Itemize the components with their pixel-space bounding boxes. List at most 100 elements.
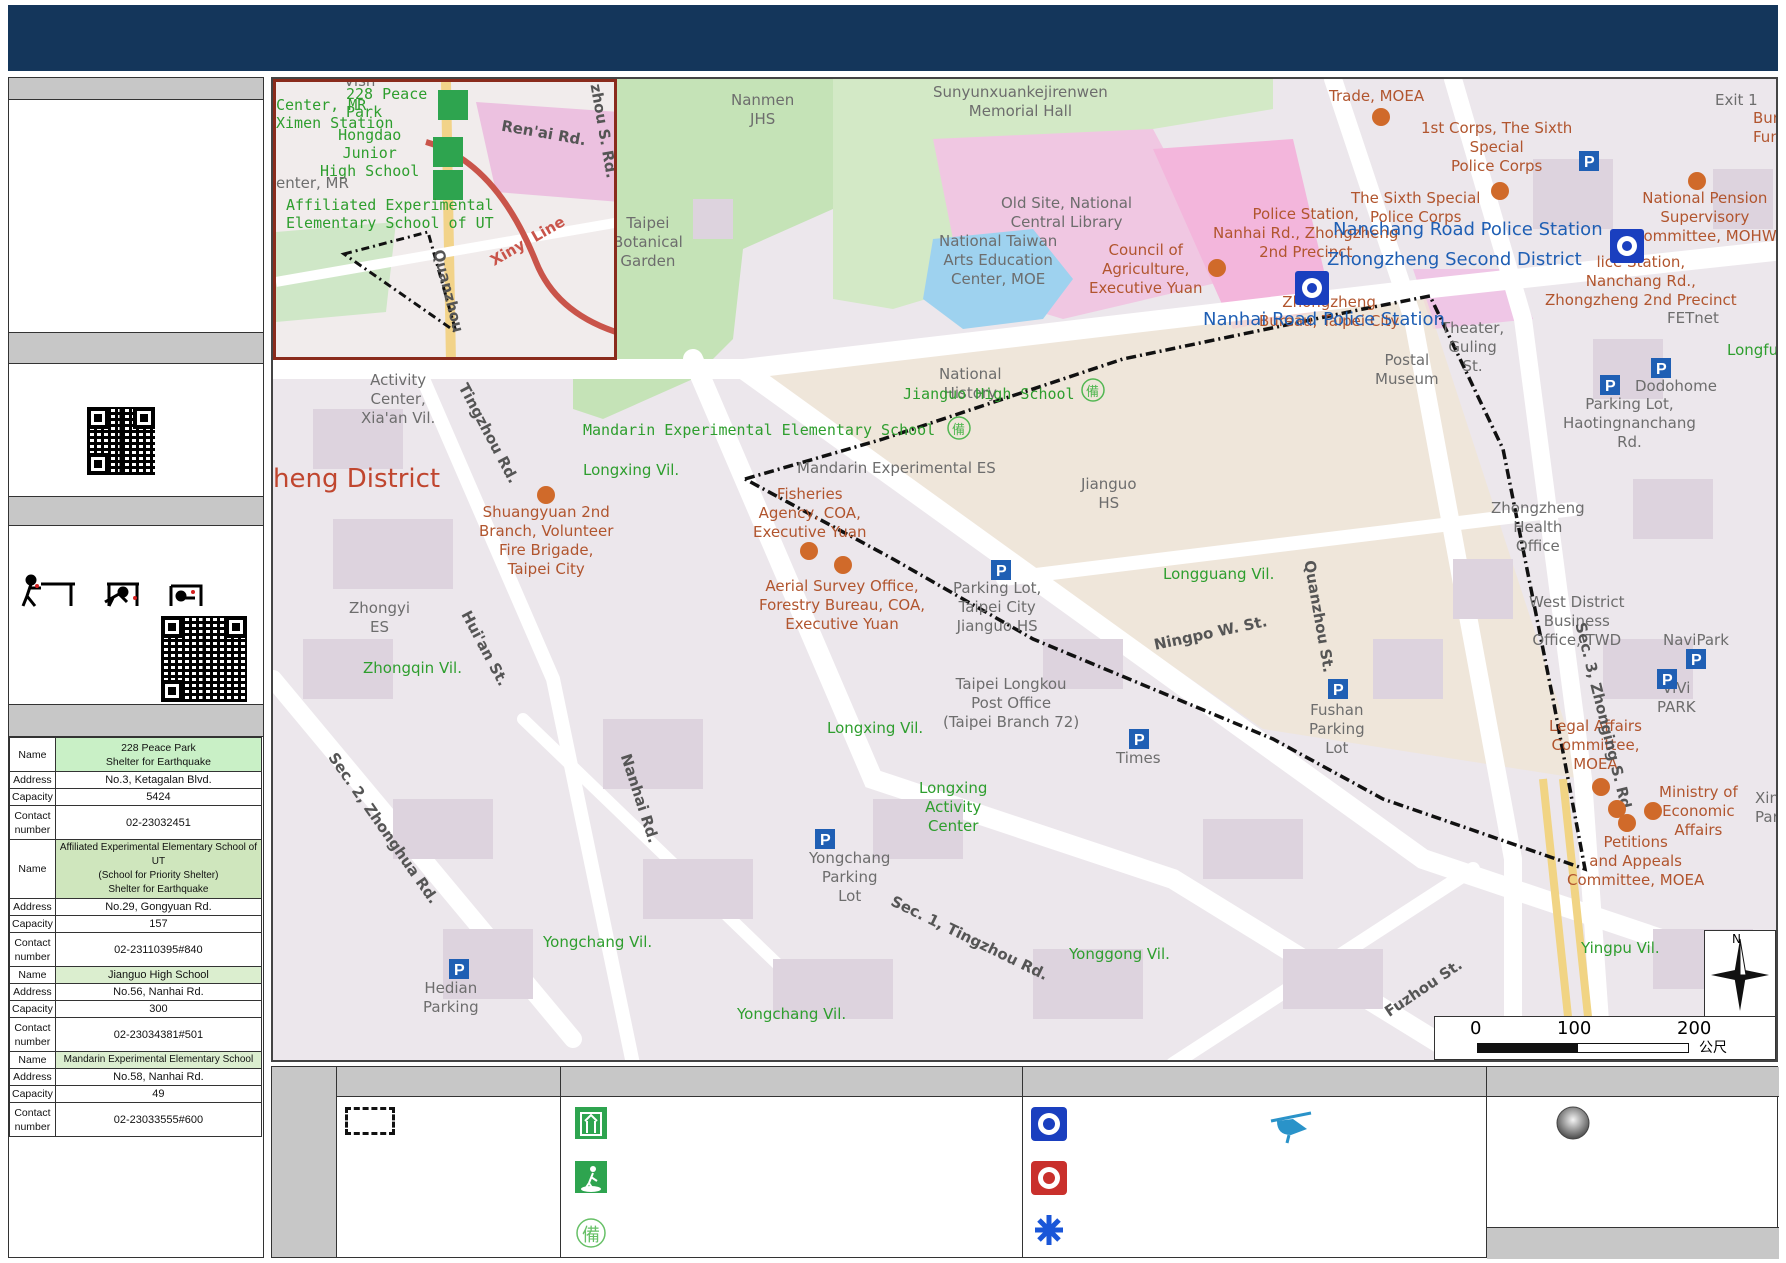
poi-label: Taipei Longkou Post Office (Taipei Branc…: [943, 675, 1080, 731]
table-row: Contact number 02-23032451: [9, 805, 263, 840]
poi-label: NaviPark: [1663, 631, 1729, 649]
village-label: Zhongqin Vil.: [363, 659, 462, 677]
table-row: Address No.3, Ketagalan Blvd.: [9, 771, 263, 789]
map-legend: 備: [271, 1066, 1779, 1259]
capacity-key: Capacity: [9, 915, 56, 933]
section-header-overview: [9, 77, 263, 100]
table-row: Name 228 Peace Park Shelter for Earthqua…: [9, 737, 263, 772]
shelter-contact: 02-23110395#840: [54, 932, 263, 967]
poi-label: Yongchang Parking Lot: [809, 849, 891, 905]
capacity-key: Capacity: [9, 1085, 56, 1103]
name-key: Name: [9, 966, 56, 984]
shelter-name: Mandarin Experimental Elementary School: [54, 1051, 263, 1069]
poi-label: Parking Lot, Taipei City Jianguo HS: [953, 579, 1042, 635]
village-label: Yonggong Vil.: [1069, 945, 1170, 963]
info-panel: Name 228 Peace Park Shelter for Earthqua…: [8, 77, 264, 1258]
legend-title-col: [272, 1067, 336, 1257]
assembly-point-icon: [1556, 1106, 1590, 1140]
poi-label: Aerial Survey Office, Forestry Bureau, C…: [759, 577, 925, 633]
table-row: Capacity 49: [9, 1085, 263, 1103]
boundary-symbol: [345, 1107, 395, 1135]
village-label: Longxing Vil.: [827, 719, 924, 737]
shelter-capacity: 300: [54, 1000, 263, 1018]
village-label: Yongchang Vil.: [543, 933, 653, 951]
north-label: N: [1732, 932, 1741, 946]
poi-label: National Taiwan Arts Education Center, M…: [939, 232, 1058, 288]
shelter-address: No.3, Ketagalan Blvd.: [54, 771, 263, 789]
scale-unit: 公尺: [1699, 1040, 1727, 1056]
scale-tick: 200: [1677, 1018, 1712, 1039]
poi-label: Mandarin Experimental ES: [797, 459, 996, 477]
poi-label: Council of Agriculture, Executive Yuan: [1089, 241, 1203, 297]
poi-label: Nanmen JHS: [731, 91, 795, 128]
inset-map: 228 Peace Park Center, MR Ximen Station …: [273, 79, 617, 360]
shelter-capacity: 157: [54, 915, 263, 933]
svg-text:備: 備: [582, 1225, 600, 1246]
north-arrow: N: [1704, 930, 1776, 1018]
table-row: Capacity 300: [9, 1000, 263, 1018]
section-header-qr: [9, 332, 263, 364]
table-row: Address No.58, Nanhai Rd.: [9, 1068, 263, 1086]
reserve-shelter-icon: 備: [576, 1218, 606, 1248]
poi-label: Ministry of Economic Affairs: [1659, 783, 1738, 839]
section-header-drill: [9, 496, 263, 526]
shelter-name: 228 Peace Park Shelter for Earthquake: [54, 737, 263, 772]
shelter-address: No.56, Nanhai Rd.: [54, 983, 263, 1001]
poi-label: Petitions and Appeals Committee, MOEA: [1567, 833, 1705, 889]
shelter-contact: 02-23034381#501: [54, 1017, 263, 1052]
scale-segment: [1477, 1043, 1577, 1053]
table-row: Contact number 02-23033555#600: [9, 1102, 263, 1137]
poi-label: Xin Par: [1755, 789, 1778, 826]
table-row: Name Affiliated Experimental Elementary …: [9, 839, 263, 899]
drill-section: [9, 526, 263, 704]
poi-label: Zhongyi ES: [349, 599, 411, 636]
poi-label: Fushan Parking Lot: [1309, 701, 1365, 757]
priority-shelter-icon: [575, 1107, 607, 1139]
shelter-label: Mandarin Experimental Elementary School: [583, 421, 936, 439]
shelter-table: Name 228 Peace Park Shelter for Earthqua…: [9, 737, 263, 1137]
scale-tick: 100: [1557, 1018, 1592, 1039]
scale-tick: 0: [1470, 1018, 1482, 1039]
qr-code-icon-drill[interactable]: [161, 616, 247, 702]
address-key: Address: [9, 771, 56, 789]
contact-key: Contact number: [9, 932, 56, 967]
poi-label: Sunyunxuankejirenwen Memorial Hall: [933, 83, 1108, 120]
evacuation-map-page: Name 228 Peace Park Shelter for Earthqua…: [0, 0, 1786, 1263]
poi-label: Bur Fun: [1753, 109, 1778, 146]
name-key: Name: [9, 1051, 56, 1069]
district-label: heng District: [273, 464, 441, 494]
inset-label: enter, MR: [276, 174, 349, 192]
poi-label: Theater, Guling St.: [1441, 319, 1505, 375]
village-label: Longguang Vil.: [1163, 565, 1275, 583]
poi-label: ViVi PARK: [1657, 679, 1696, 716]
contact-key: Contact number: [9, 1102, 56, 1137]
table-row: Capacity 5424: [9, 788, 263, 806]
poi-label: National Pension Supervisory Committee, …: [1633, 189, 1777, 245]
table-row: Capacity 157: [9, 915, 263, 933]
poi-label: Longxing Activity Center: [919, 779, 988, 835]
name-key: Name: [9, 839, 56, 899]
shelter-address: No.29, Gongyuan Rd.: [54, 898, 263, 916]
poi-label: Shuangyuan 2nd Branch, Volunteer Fire Br…: [479, 503, 614, 578]
shelter-capacity: 5424: [54, 788, 263, 806]
police-label: Nanhai Road Police Station: [1203, 309, 1445, 330]
inset-label: Vish: [344, 79, 376, 90]
poi-label: Trade, MOEA: [1329, 87, 1425, 105]
poi-label: Jianguo HS: [1081, 475, 1137, 512]
map-view[interactable]: Nanmen JHS Sunyunxuankejirenwen Memorial…: [271, 77, 1778, 1062]
qr-code-icon[interactable]: [87, 407, 155, 475]
police-label: Nanchang Road Police Station: [1333, 219, 1603, 240]
poi-label: Activity Center, Xia'an Vil.: [361, 371, 436, 427]
poi-label: 1st Corps, The Sixth Special Police Corp…: [1421, 119, 1573, 175]
police-icon: [1031, 1107, 1067, 1141]
police-label: Zhongzheng Second District: [1327, 249, 1582, 270]
overview-body: [9, 100, 263, 332]
capacity-key: Capacity: [9, 788, 56, 806]
poi-label: Postal Museum: [1375, 351, 1439, 388]
table-row: Contact number 02-23034381#501: [9, 1017, 263, 1052]
contact-key: Contact number: [9, 1017, 56, 1052]
legend-col-assembly: [1486, 1067, 1779, 1259]
scale-segment: [1577, 1043, 1689, 1053]
poi-label: Old Site, National Central Library: [1001, 194, 1133, 231]
table-row: Contact number 02-23110395#840: [9, 932, 263, 967]
